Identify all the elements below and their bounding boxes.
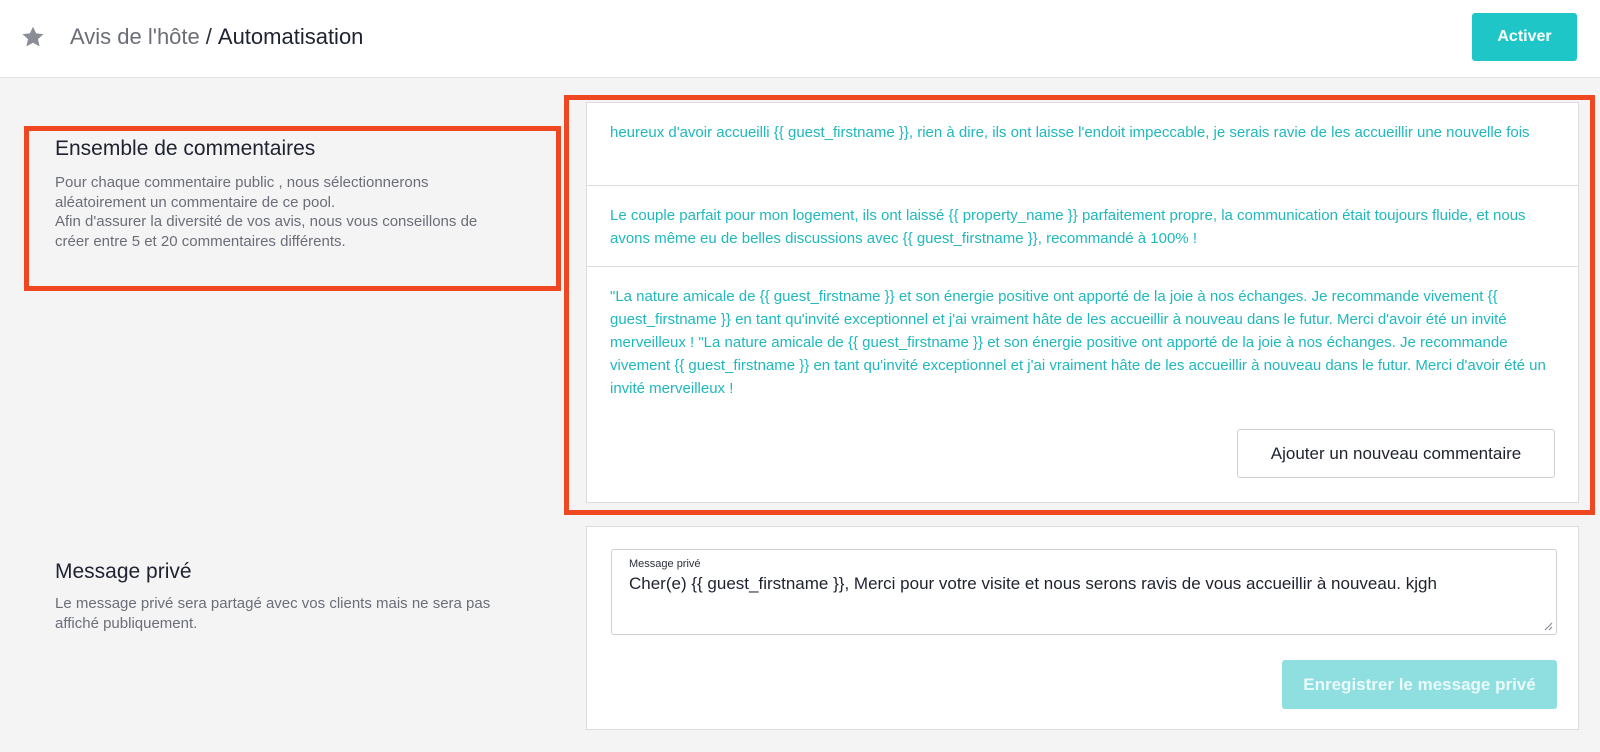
private-section-info: Message privé Le message privé sera part… [55,558,550,633]
breadcrumb: Avis de l'hôte / Automatisation [70,22,363,52]
activate-button[interactable]: Activer [1472,13,1577,61]
highlight-box-comments [564,95,1595,515]
private-message-card: Message privé Cher(e) {{ guest_firstname… [586,526,1579,730]
star-icon[interactable] [20,24,46,50]
private-desc-line: affiché publiquement. [55,614,198,632]
breadcrumb-separator: / [205,24,212,49]
breadcrumb-current: Automatisation [217,24,364,49]
private-section-title: Message privé [55,560,192,583]
resize-handle-icon[interactable] [1543,621,1553,631]
private-message-field[interactable]: Message privé Cher(e) {{ guest_firstname… [611,549,1557,635]
save-private-message-button[interactable]: Enregistrer le message privé [1282,660,1557,709]
top-bar: Avis de l'hôte / Automatisation Activer [0,0,1600,78]
breadcrumb-parent[interactable]: Avis de l'hôte [70,24,200,49]
highlight-box-info [24,126,561,291]
private-desc-line: Le message privé sera partagé avec vos c… [55,595,491,612]
private-message-field-label: Message privé [629,558,701,570]
private-section-description: Le message privé sera partagé avec vos c… [55,594,550,633]
private-message-input[interactable]: Cher(e) {{ guest_firstname }}, Merci pou… [629,574,1437,594]
